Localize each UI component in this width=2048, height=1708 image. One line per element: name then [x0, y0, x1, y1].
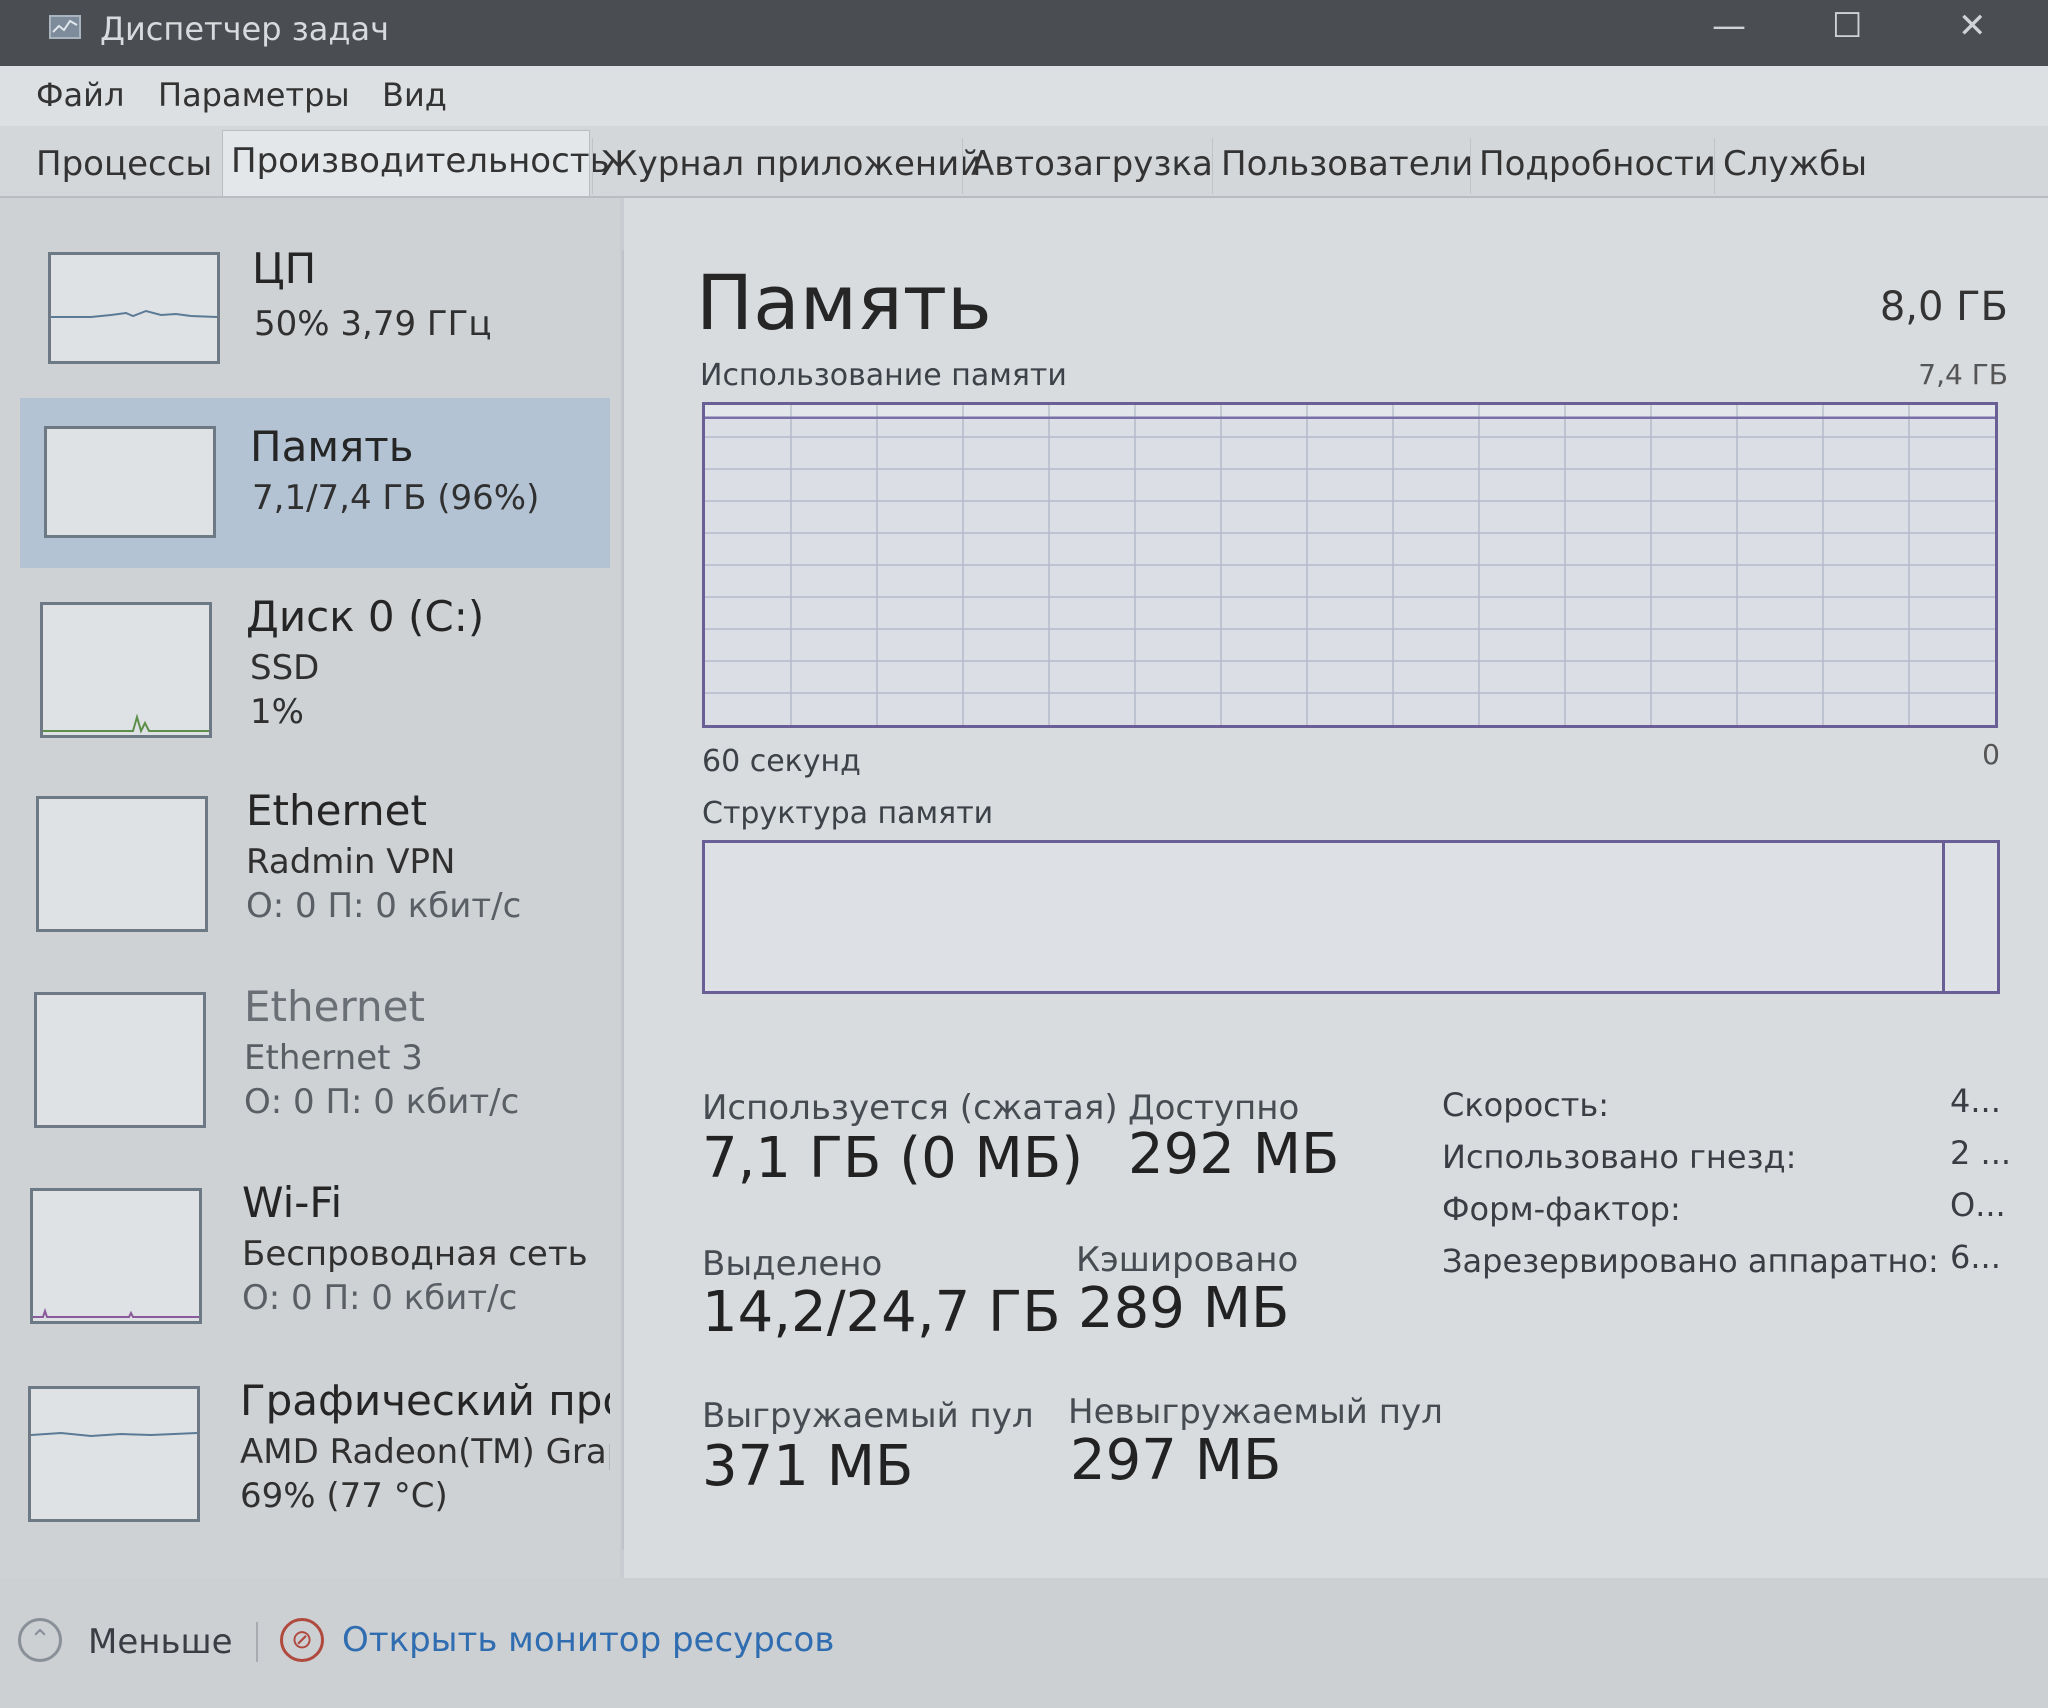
in-use-value: 7,1 ГБ (0 МБ)	[702, 1126, 1084, 1191]
memory-total: 8,0 ГБ	[1879, 284, 2008, 330]
menu-view[interactable]: Вид	[382, 76, 447, 114]
memory-usage-grid	[705, 405, 1995, 725]
ethernet-radmin-mini-graph	[36, 796, 208, 932]
resource-monitor-icon[interactable]: ⊘	[280, 1618, 324, 1662]
wifi-mini-graph	[30, 1188, 202, 1324]
wifi-name: Беспроводная сеть	[242, 1234, 588, 1274]
gpu-mini-graph	[28, 1386, 200, 1522]
ethernet-radmin-throughput: О: 0 П: 0 кбит/с	[246, 886, 522, 926]
ethernet-radmin-name: Radmin VPN	[246, 842, 456, 882]
graph-time-left: 60 секунд	[702, 744, 861, 779]
memory-mini-graph	[44, 426, 216, 538]
ethernet-3-throughput: О: 0 П: 0 кбит/с	[244, 1082, 520, 1122]
tab-users[interactable]: Пользователи	[1212, 138, 1481, 194]
wifi-title: Wi-Fi	[242, 1178, 343, 1227]
open-resource-monitor-link[interactable]: Открыть монитор ресурсов	[342, 1620, 834, 1660]
tab-bar: Процессы Производительность Журнал прило…	[0, 126, 2048, 198]
footer-bar: ⌃ Меньше ⊘ Открыть монитор ресурсов	[0, 1578, 2048, 1708]
memory-usage-label: Использование памяти	[700, 358, 1067, 393]
cached-value: 289 МБ	[1078, 1276, 1290, 1341]
cpu-mini-graph	[48, 252, 220, 364]
close-icon[interactable]: ✕	[1958, 6, 1987, 46]
menu-file[interactable]: Файл	[36, 76, 124, 114]
memory-structure-in-use	[705, 843, 1946, 991]
maximize-icon[interactable]: ☐	[1832, 6, 1862, 46]
sidebar-item-cpu[interactable]: ЦП 50% 3,79 ГГц	[20, 242, 610, 382]
wifi-throughput: О: 0 П: 0 кбит/с	[242, 1278, 518, 1318]
memory-structure-label: Структура памяти	[702, 796, 994, 831]
tab-app-history[interactable]: Журнал приложений	[592, 138, 989, 194]
memory-usage: 7,1/7,4 ГБ (96%)	[252, 478, 540, 518]
disk-type: SSD	[250, 648, 320, 688]
sidebar-item-wifi[interactable]: Wi-Fi Беспроводная сеть О: 0 П: 0 кбит/с	[20, 1170, 610, 1330]
ethernet-radmin-title: Ethernet	[246, 786, 427, 835]
menu-options[interactable]: Параметры	[158, 76, 350, 114]
memory-title: Память	[250, 422, 414, 471]
tab-startup[interactable]: Автозагрузка	[962, 138, 1221, 194]
sidebar-item-ethernet-radmin[interactable]: Ethernet Radmin VPN О: 0 П: 0 кбит/с	[20, 778, 610, 938]
paged-pool-value: 371 МБ	[702, 1434, 914, 1499]
slots-used-value: 2 ...	[1950, 1134, 2012, 1172]
fewer-details-button[interactable]: Меньше	[88, 1622, 233, 1662]
ethernet-3-name: Ethernet 3	[244, 1038, 423, 1078]
speed-value: 4...	[1950, 1082, 2001, 1120]
hardware-reserved-label: Зарезервировано аппаратно:	[1442, 1242, 1939, 1280]
gpu-name: AMD Radeon(TM) Graph	[240, 1432, 610, 1472]
ethernet-3-mini-graph	[34, 992, 206, 1128]
available-value: 292 МБ	[1128, 1122, 1340, 1187]
sidebar-item-memory[interactable]: Память 7,1/7,4 ГБ (96%)	[20, 398, 610, 568]
graph-time-right: 0	[1982, 738, 2000, 771]
slots-used-label: Использовано гнезд:	[1442, 1138, 1797, 1176]
nonpaged-pool-label: Невыгружаемый пул	[1068, 1392, 1443, 1432]
gpu-title: Графический про	[240, 1376, 610, 1425]
task-manager-icon	[48, 10, 84, 46]
speed-label: Скорость:	[1442, 1086, 1610, 1124]
disk-title: Диск 0 (C:)	[246, 592, 485, 641]
committed-value: 14,2/24,7 ГБ	[702, 1280, 1061, 1345]
chevron-up-icon[interactable]: ⌃	[18, 1618, 62, 1662]
footer-separator	[256, 1622, 258, 1662]
paged-pool-label: Выгружаемый пул	[702, 1396, 1034, 1436]
cached-label: Кэшировано	[1076, 1240, 1299, 1280]
hardware-reserved-value: 6...	[1950, 1238, 2001, 1276]
tab-performance[interactable]: Производительность	[222, 130, 610, 196]
form-factor-value: О...	[1950, 1186, 2006, 1224]
memory-usage-graph	[702, 402, 1998, 728]
memory-structure-bar	[702, 840, 2000, 994]
title-bar: Диспетчер задач — ☐ ✕	[0, 0, 2048, 66]
disk-mini-graph	[40, 602, 212, 738]
memory-usage-area	[705, 417, 1995, 725]
tab-details[interactable]: Подробности	[1470, 138, 1724, 194]
nonpaged-pool-value: 297 МБ	[1070, 1428, 1282, 1493]
disk-usage: 1%	[250, 692, 304, 732]
memory-heading: Память	[696, 258, 992, 347]
gpu-usage: 69% (77 °C)	[240, 1476, 448, 1516]
window-title: Диспетчер задач	[100, 10, 389, 48]
in-use-label: Используется (сжатая)	[702, 1088, 1118, 1128]
tab-processes[interactable]: Процессы	[28, 138, 220, 194]
memory-usage-max: 7,4 ГБ	[1918, 358, 2008, 391]
sidebar-item-disk[interactable]: Диск 0 (C:) SSD 1%	[20, 584, 610, 744]
sidebar-item-gpu[interactable]: Графический про AMD Radeon(TM) Graph 69%…	[20, 1368, 610, 1528]
menu-bar: Файл Параметры Вид	[0, 66, 2048, 126]
sidebar-item-ethernet-3[interactable]: Ethernet Ethernet 3 О: 0 П: 0 кбит/с	[20, 974, 610, 1134]
minimize-icon[interactable]: —	[1712, 6, 1746, 46]
committed-label: Выделено	[702, 1244, 883, 1284]
memory-panel: Память 8,0 ГБ Использование памяти 7,4 Г…	[624, 198, 2048, 1578]
tab-services[interactable]: Службы	[1714, 138, 1875, 194]
performance-sidebar: ЦП 50% 3,79 ГГц Память 7,1/7,4 ГБ (96%) …	[0, 198, 620, 1578]
form-factor-label: Форм-фактор:	[1442, 1190, 1681, 1228]
cpu-title: ЦП	[252, 244, 317, 293]
ethernet-3-title: Ethernet	[244, 982, 425, 1031]
cpu-usage: 50% 3,79 ГГц	[254, 304, 492, 344]
